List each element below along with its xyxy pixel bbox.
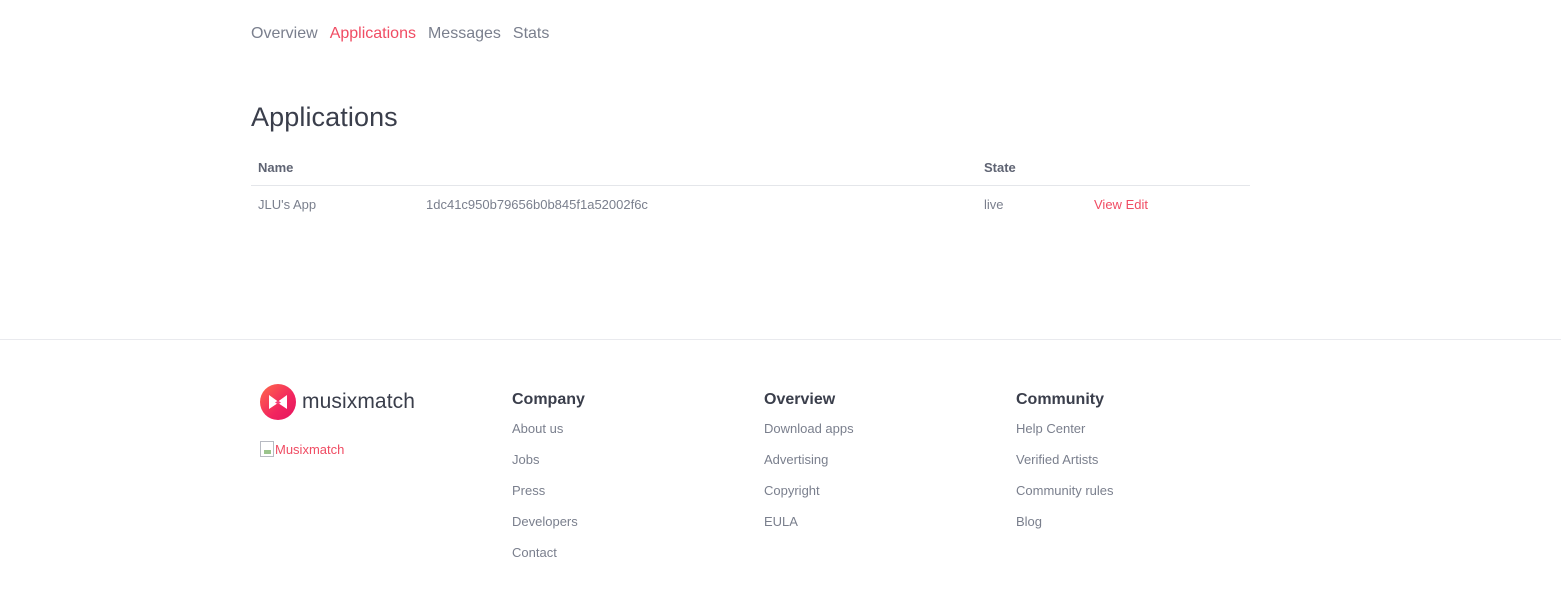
applications-table: Name State JLU's App 1dc41c950b79656b0b8… xyxy=(251,152,1250,224)
nav-messages[interactable]: Messages xyxy=(428,24,501,44)
app-name: JLU's App xyxy=(258,197,317,212)
footer-link-contact[interactable]: Contact xyxy=(512,545,585,576)
broken-image[interactable]: Musixmatch xyxy=(260,441,344,457)
footer-divider xyxy=(0,339,1561,340)
footer-link-eula[interactable]: EULA xyxy=(764,514,854,545)
nav-overview[interactable]: Overview xyxy=(251,24,318,44)
footer-link-list: About us Jobs Press Developers Contact xyxy=(512,421,585,576)
footer-link-advertising[interactable]: Advertising xyxy=(764,452,854,483)
table-row: JLU's App 1dc41c950b79656b0b845f1a52002f… xyxy=(251,186,1250,224)
footer-column-title: Overview xyxy=(764,391,836,408)
top-nav: Overview Applications Messages Stats xyxy=(251,24,561,44)
footer-column-overview: Overview Download apps Advertising Copyr… xyxy=(764,390,854,545)
footer-link-download-apps[interactable]: Download apps xyxy=(764,421,854,452)
footer-column-company: Company About us Jobs Press Developers C… xyxy=(512,390,585,576)
brand-wordmark: musixmatch xyxy=(302,390,416,413)
header-name: Name xyxy=(258,160,294,175)
footer-link-about-us[interactable]: About us xyxy=(512,421,585,452)
footer-link-jobs[interactable]: Jobs xyxy=(512,452,585,483)
edit-app-link[interactable]: Edit xyxy=(1126,197,1148,212)
footer-link-blog[interactable]: Blog xyxy=(1016,514,1114,545)
footer-column-title: Company xyxy=(512,391,585,408)
view-app-link[interactable]: View xyxy=(1094,197,1122,212)
footer-link-press[interactable]: Press xyxy=(512,483,585,514)
footer-link-developers[interactable]: Developers xyxy=(512,514,585,545)
footer-link-community-rules[interactable]: Community rules xyxy=(1016,483,1114,514)
footer-brand[interactable]: musixmatch xyxy=(260,384,415,420)
broken-image-alt-text: Musixmatch xyxy=(275,441,345,457)
broken-image-icon xyxy=(260,441,274,457)
app-actions: View Edit xyxy=(1094,197,1148,212)
footer-column-community: Community Help Center Verified Artists C… xyxy=(1016,390,1114,545)
footer-link-verified-artists[interactable]: Verified Artists xyxy=(1016,452,1114,483)
nav-applications[interactable]: Applications xyxy=(330,24,416,44)
header-state: State xyxy=(984,160,1016,175)
footer-link-list: Help Center Verified Artists Community r… xyxy=(1016,421,1114,545)
footer-link-list: Download apps Advertising Copyright EULA xyxy=(764,421,854,545)
footer-column-title: Community xyxy=(1016,391,1104,408)
app-state: live xyxy=(984,197,1004,212)
nav-stats[interactable]: Stats xyxy=(513,24,549,44)
footer-link-copyright[interactable]: Copyright xyxy=(764,483,854,514)
musixmatch-logo-icon xyxy=(260,384,296,420)
table-header: Name State xyxy=(251,152,1250,186)
footer-link-help-center[interactable]: Help Center xyxy=(1016,421,1114,452)
app-api-key: 1dc41c950b79656b0b845f1a52002f6c xyxy=(426,197,648,212)
page-title: Applications xyxy=(251,102,398,132)
